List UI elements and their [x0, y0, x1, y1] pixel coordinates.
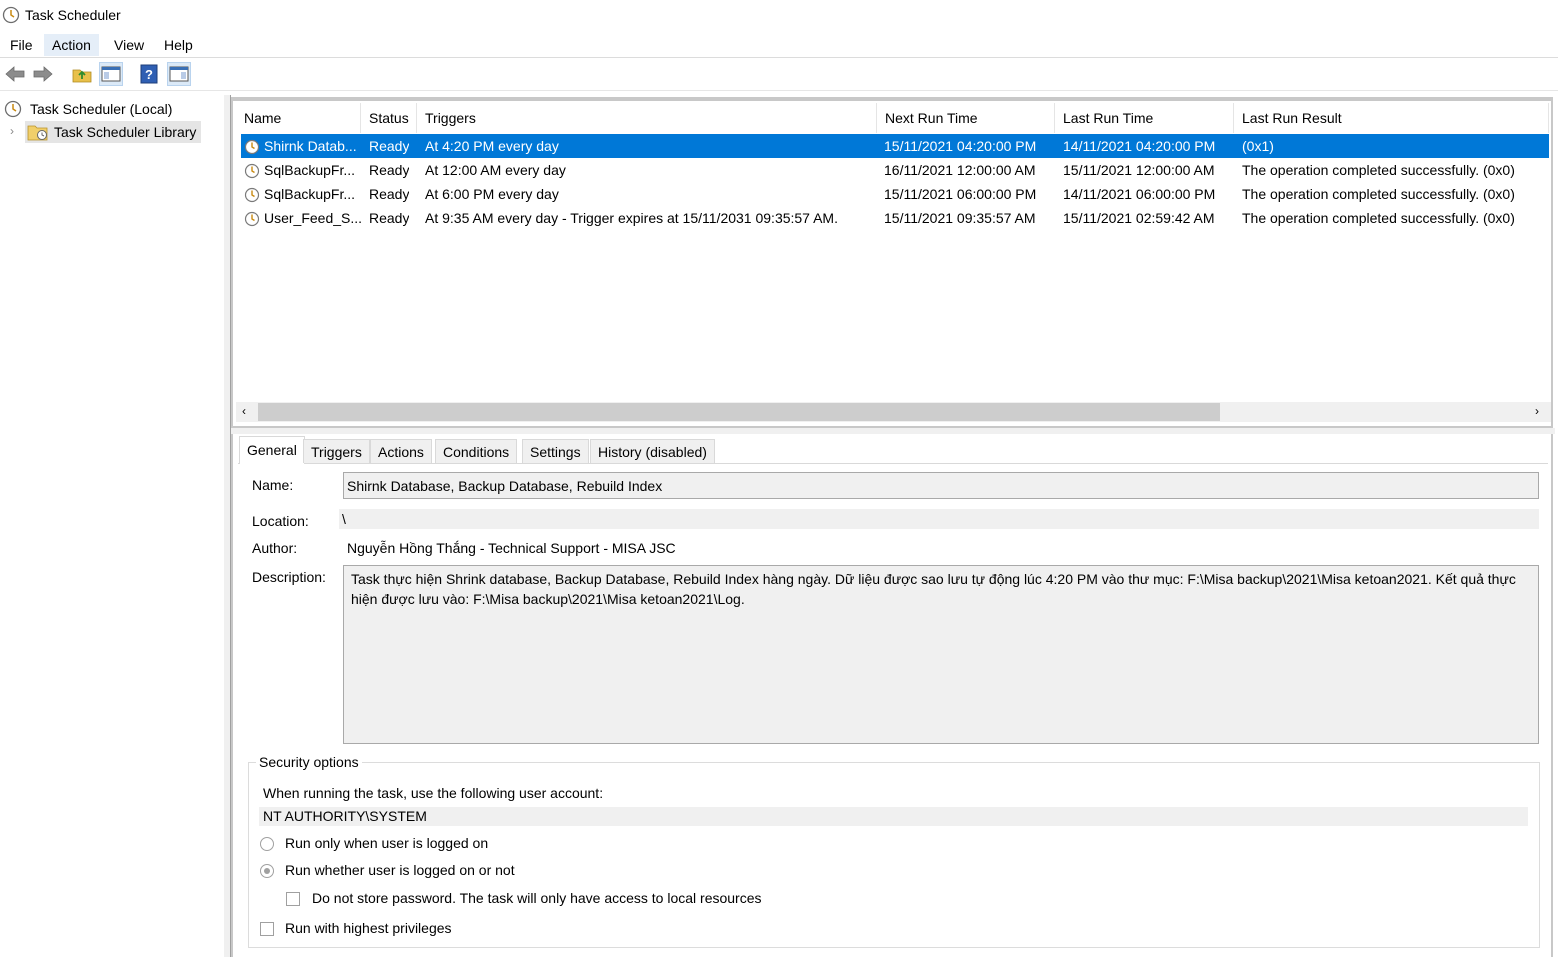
column-header-last-run[interactable]: Last Run Time — [1055, 103, 1234, 133]
vertical-splitter[interactable] — [224, 95, 231, 957]
scroll-right-icon[interactable]: › — [1535, 404, 1539, 418]
cell-name: User_Feed_S... — [264, 210, 363, 226]
column-header-triggers[interactable]: Triggers — [417, 103, 877, 133]
console-tree — [0, 95, 225, 957]
window-title: Task Scheduler — [25, 7, 121, 23]
location-field: \ — [339, 509, 1539, 529]
cell-last-run: 15/11/2021 02:59:42 AM — [1063, 210, 1215, 226]
tab-history[interactable]: History (disabled) — [590, 439, 715, 463]
clock-icon — [2, 6, 20, 27]
table-row[interactable]: Shirnk Datab... Ready At 4:20 PM every day… — [241, 134, 1549, 158]
tab-actions[interactable]: Actions — [370, 439, 432, 463]
up-folder-icon[interactable] — [70, 62, 94, 86]
cell-next-run: 15/11/2021 04:20:00 PM — [884, 138, 1037, 154]
show-hide-action-pane-icon[interactable] — [167, 62, 191, 86]
highest-privileges-checkbox[interactable] — [260, 922, 274, 936]
table-row[interactable]: SqlBackupFr... Ready At 12:00 AM every day… — [241, 158, 1549, 182]
toolbar: ? — [0, 58, 1558, 91]
menu-help[interactable]: Help — [156, 34, 201, 56]
column-header-status[interactable]: Status — [361, 103, 417, 133]
tree-item-label: Task Scheduler Library — [54, 124, 197, 140]
tab-strip-line — [238, 463, 1548, 464]
user-account-field: NT AUTHORITY\SYSTEM — [259, 807, 1528, 826]
location-label: Location: — [252, 513, 309, 529]
cell-next-run: 16/11/2021 12:00:00 AM — [884, 162, 1036, 178]
do-not-store-password-label: Do not store password. The task will onl… — [312, 890, 762, 906]
cell-triggers: At 4:20 PM every day — [425, 138, 559, 154]
cell-name: Shirnk Datab... — [264, 138, 357, 154]
tab-settings[interactable]: Settings — [522, 439, 589, 463]
author-label: Author: — [252, 540, 298, 556]
clock-icon — [4, 100, 22, 124]
forward-arrow-icon[interactable] — [31, 62, 55, 86]
description-label: Description: — [252, 569, 326, 585]
cell-last-result: The operation completed successfully. (0… — [1242, 162, 1515, 178]
table-row[interactable]: SqlBackupFr... Ready At 6:00 PM every day 1… — [241, 182, 1549, 206]
cell-status: Ready — [369, 162, 410, 178]
chevron-right-icon[interactable]: › — [10, 124, 14, 138]
cell-last-run: 14/11/2021 04:20:00 PM — [1063, 138, 1216, 154]
tree-item-label: Task Scheduler (Local) — [30, 101, 173, 117]
help-icon[interactable]: ? — [137, 62, 161, 86]
menu-view[interactable]: View — [106, 34, 152, 56]
radio-logged-on-or-not[interactable] — [260, 864, 274, 878]
show-hide-console-tree-icon[interactable] — [99, 62, 123, 86]
cell-triggers: At 12:00 AM every day — [425, 162, 566, 178]
cell-status: Ready — [369, 138, 410, 154]
scrollbar-thumb[interactable] — [258, 403, 1220, 421]
name-label: Name: — [252, 477, 294, 493]
security-options-title: Security options — [256, 754, 362, 770]
cell-last-result: The operation completed successfully. (0… — [1242, 210, 1515, 226]
tab-triggers[interactable]: Triggers — [303, 439, 370, 463]
radio-logged-on-or-not-label: Run whether user is logged on or not — [285, 862, 515, 878]
author-value: Nguyễn Hồng Thắng - Technical Support - … — [347, 540, 676, 556]
menu-file[interactable]: File — [2, 34, 41, 56]
radio-logged-on-only[interactable] — [260, 837, 274, 851]
radio-logged-on-only-label: Run only when user is logged on — [285, 835, 489, 851]
column-header-next-run[interactable]: Next Run Time — [877, 103, 1055, 133]
cell-status: Ready — [369, 186, 410, 202]
name-field[interactable]: Shirnk Database, Backup Database, Rebuil… — [343, 472, 1539, 499]
tree-item-library[interactable]: Task Scheduler Library — [25, 121, 201, 143]
cell-last-result: The operation completed successfully. (0… — [1242, 186, 1515, 202]
do-not-store-password-checkbox[interactable] — [286, 892, 300, 906]
column-header-last-result[interactable]: Last Run Result — [1234, 103, 1549, 133]
cell-next-run: 15/11/2021 06:00:00 PM — [884, 186, 1037, 202]
title-bar: Task Scheduler — [0, 0, 1558, 32]
table-row[interactable]: User_Feed_S... Ready At 9:35 AM every day … — [241, 206, 1549, 230]
cell-last-run: 15/11/2021 12:00:00 AM — [1063, 162, 1215, 178]
column-header-name[interactable]: Name — [236, 103, 361, 133]
cell-name: SqlBackupFr... — [264, 162, 356, 178]
highest-privileges-label: Run with highest privileges — [285, 920, 452, 936]
account-prompt: When running the task, use the following… — [263, 785, 604, 801]
tab-general[interactable]: General — [239, 436, 305, 464]
svg-text:?: ? — [145, 67, 153, 82]
folder-clock-icon — [27, 123, 49, 147]
cell-name: SqlBackupFr... — [264, 186, 356, 202]
description-field[interactable]: Task thực hiện Shrink database, Backup D… — [343, 565, 1539, 744]
scroll-left-icon[interactable]: ‹ — [242, 404, 246, 418]
task-clock-icon — [244, 210, 260, 234]
cell-last-run: 14/11/2021 06:00:00 PM — [1063, 186, 1216, 202]
back-arrow-icon[interactable] — [3, 62, 27, 86]
cell-triggers: At 9:35 AM every day - Trigger expires a… — [425, 210, 838, 226]
cell-last-result: (0x1) — [1242, 138, 1274, 154]
tab-conditions[interactable]: Conditions — [435, 439, 518, 463]
menu-action[interactable]: Action — [44, 34, 99, 56]
cell-triggers: At 6:00 PM every day — [425, 186, 559, 202]
menu-bar: File Action View Help — [0, 32, 1558, 58]
cell-status: Ready — [369, 210, 410, 226]
cell-next-run: 15/11/2021 09:35:57 AM — [884, 210, 1036, 226]
